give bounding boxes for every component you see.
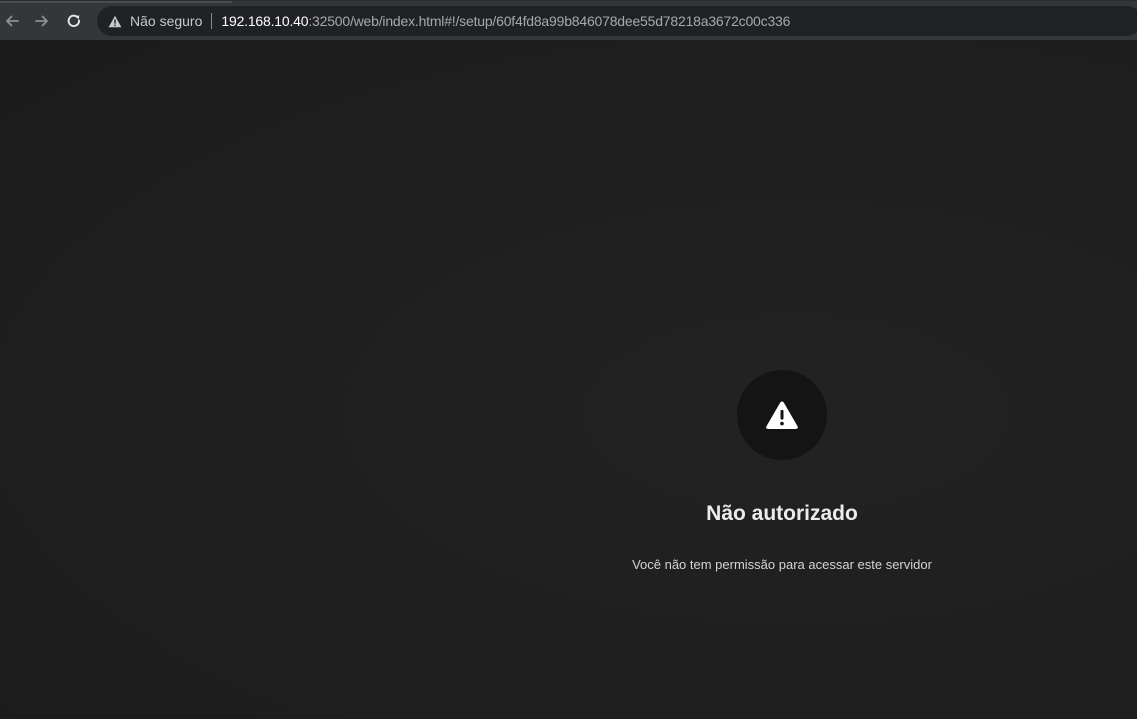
arrow-left-icon [6, 15, 19, 26]
url-path[interactable]: :32500/web/index.html#!/setup/60f4fd8a99… [308, 13, 790, 29]
address-divider [211, 13, 213, 29]
warning-triangle-icon [766, 401, 798, 429]
url-host[interactable]: 192.168.10.40 [221, 13, 308, 29]
reload-button[interactable] [60, 7, 88, 35]
error-title: Não autorizado [706, 502, 858, 525]
page-content: Não autorizado Você não tem permissão pa… [0, 40, 1137, 719]
browser-toolbar: Não seguro 192.168.10.40:32500/web/index… [0, 0, 1137, 40]
reload-icon [67, 14, 80, 27]
address-bar[interactable]: Não seguro 192.168.10.40:32500/web/index… [97, 6, 1137, 36]
error-message: Você não tem permissão para acessar este… [632, 557, 932, 572]
security-warning-icon[interactable] [108, 15, 122, 28]
security-label[interactable]: Não seguro [130, 13, 202, 29]
error-icon-circle [737, 370, 827, 460]
forward-button[interactable] [28, 7, 56, 35]
tab-strip-edge [0, 1, 232, 3]
back-button[interactable] [0, 7, 26, 35]
arrow-right-icon [35, 15, 48, 26]
error-panel: Não autorizado Você não tem permissão pa… [582, 370, 982, 574]
